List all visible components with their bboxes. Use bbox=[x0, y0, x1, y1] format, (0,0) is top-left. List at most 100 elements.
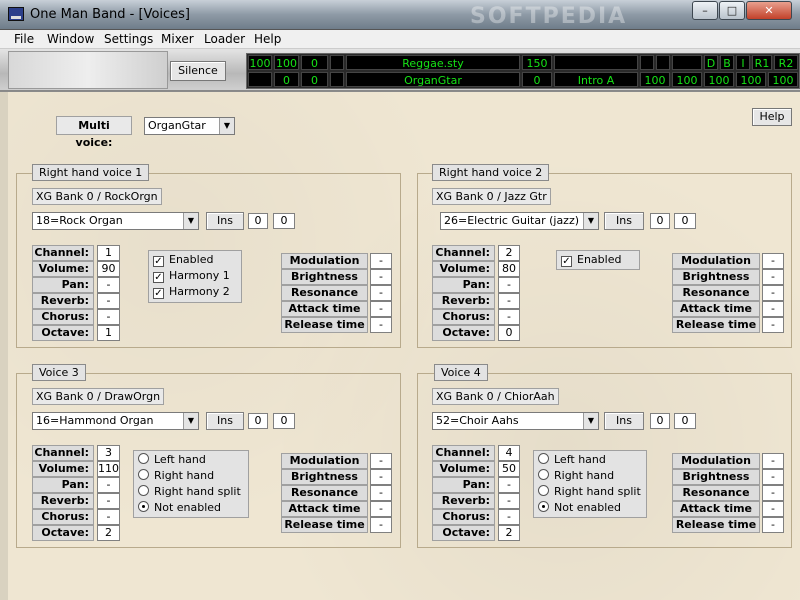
voice4-value2[interactable]: 0 bbox=[674, 413, 696, 429]
indicator-i: I bbox=[736, 55, 750, 70]
chevron-down-icon: ▼ bbox=[183, 413, 198, 429]
maximize-button[interactable]: □ bbox=[719, 1, 745, 20]
radio-off-icon bbox=[138, 453, 149, 464]
voice3-left-hand-label: Left hand bbox=[154, 453, 206, 466]
voice2-resonance[interactable]: - bbox=[762, 285, 784, 301]
voice3-value1[interactable]: 0 bbox=[248, 413, 268, 429]
voice2-reverb[interactable]: - bbox=[498, 293, 520, 309]
voice3-release[interactable]: - bbox=[370, 517, 392, 533]
voice3-right-hand-split-radio[interactable]: Right hand split bbox=[138, 485, 241, 501]
voice4-left-hand-radio[interactable]: Left hand bbox=[538, 453, 606, 469]
tempo-display: 150 bbox=[522, 55, 552, 70]
multi-voice-select[interactable]: OrganGtar ▼ bbox=[144, 117, 235, 135]
voice1-resonance[interactable]: - bbox=[370, 285, 392, 301]
voice2-enabled-checkbox[interactable]: ✓ Enabled bbox=[561, 253, 621, 269]
window-title: One Man Band - [Voices] bbox=[30, 7, 190, 22]
voice3-not-enabled-radio[interactable]: Not enabled bbox=[138, 501, 221, 517]
voice1-modulation[interactable]: - bbox=[370, 253, 392, 269]
voice4-pan[interactable]: - bbox=[498, 477, 520, 493]
voice1-octave[interactable]: 1 bbox=[97, 325, 120, 341]
voice4-octave[interactable]: 2 bbox=[498, 525, 520, 541]
voice4-not-enabled-radio[interactable]: Not enabled bbox=[538, 501, 621, 517]
voice2-volume[interactable]: 80 bbox=[498, 261, 520, 277]
voice4-channel[interactable]: 4 bbox=[498, 445, 520, 461]
voice1-release[interactable]: - bbox=[370, 317, 392, 333]
voice1-attack-label: Attack time bbox=[281, 301, 368, 317]
voice4-reverb[interactable]: - bbox=[498, 493, 520, 509]
voice4-resonance[interactable]: - bbox=[762, 485, 784, 501]
voice1-harmony2-checkbox[interactable]: ✓ Harmony 2 bbox=[153, 285, 230, 301]
voice1-resonance-label: Resonance bbox=[281, 285, 368, 301]
voice3-resonance[interactable]: - bbox=[370, 485, 392, 501]
voice1-channel[interactable]: 1 bbox=[97, 245, 120, 261]
voice3-octave[interactable]: 2 bbox=[97, 525, 120, 541]
voice3-channel[interactable]: 3 bbox=[97, 445, 120, 461]
silence-button[interactable]: Silence bbox=[170, 61, 226, 81]
help-button[interactable]: Help bbox=[752, 108, 792, 126]
menu-help[interactable]: Help bbox=[254, 32, 281, 46]
voice2-value2[interactable]: 0 bbox=[674, 213, 696, 229]
voice4-instrument-select[interactable]: 52=Choir Aahs ▼ bbox=[432, 412, 599, 430]
voice3-reverb[interactable]: - bbox=[97, 493, 120, 509]
voice1-enabled-checkbox[interactable]: ✓ Enabled bbox=[153, 253, 213, 269]
voice1-reverb[interactable]: - bbox=[97, 293, 120, 309]
menu-settings[interactable]: Settings bbox=[104, 32, 153, 46]
voice1-harmony1-checkbox[interactable]: ✓ Harmony 1 bbox=[153, 269, 230, 285]
menu-loader[interactable]: Loader bbox=[204, 32, 245, 46]
voice2-brightness[interactable]: - bbox=[762, 269, 784, 285]
voice3-attack[interactable]: - bbox=[370, 501, 392, 517]
voice2-attack-label: Attack time bbox=[672, 301, 760, 317]
voice2-pan[interactable]: - bbox=[498, 277, 520, 293]
voice1-pan[interactable]: - bbox=[97, 277, 120, 293]
close-button[interactable]: ✕ bbox=[746, 1, 792, 20]
lcd-r1-3 bbox=[330, 55, 344, 70]
voice4-right-hand-radio[interactable]: Right hand bbox=[538, 469, 614, 485]
voice3-ins-button[interactable]: Ins bbox=[206, 412, 244, 430]
voice4-volume[interactable]: 50 bbox=[498, 461, 520, 477]
voice2-value1[interactable]: 0 bbox=[650, 213, 670, 229]
voice1-value2[interactable]: 0 bbox=[273, 213, 295, 229]
voice3-modulation[interactable]: - bbox=[370, 453, 392, 469]
voice2-octave[interactable]: 0 bbox=[498, 325, 520, 341]
minimize-button[interactable]: – bbox=[692, 1, 718, 20]
voice3-pan[interactable]: - bbox=[97, 477, 120, 493]
voice1-value1[interactable]: 0 bbox=[248, 213, 268, 229]
voice1-chorus[interactable]: - bbox=[97, 309, 120, 325]
voice2-ins-button[interactable]: Ins bbox=[604, 212, 644, 230]
voice3-right-hand-radio[interactable]: Right hand bbox=[138, 469, 214, 485]
voice2-attack[interactable]: - bbox=[762, 301, 784, 317]
menu-file[interactable]: File bbox=[14, 32, 34, 46]
voice4-modulation[interactable]: - bbox=[762, 453, 784, 469]
voice2-release[interactable]: - bbox=[762, 317, 784, 333]
voice2-enabled-label: Enabled bbox=[577, 253, 622, 266]
menu-window[interactable]: Window bbox=[47, 32, 94, 46]
voice3-instrument-select[interactable]: 16=Hammond Organ ▼ bbox=[32, 412, 199, 430]
voice4-ins-button[interactable]: Ins bbox=[604, 412, 644, 430]
voice4-release[interactable]: - bbox=[762, 517, 784, 533]
voice4-right-hand-split-radio[interactable]: Right hand split bbox=[538, 485, 641, 501]
chevron-down-icon: ▼ bbox=[583, 213, 598, 229]
voice3-volume[interactable]: 110 bbox=[97, 461, 120, 477]
radio-off-icon bbox=[538, 453, 549, 464]
voice2-instrument-select[interactable]: 26=Electric Guitar (jazz) ▼ bbox=[440, 212, 599, 230]
voice2-channel[interactable]: 2 bbox=[498, 245, 520, 261]
indicator-d: D bbox=[704, 55, 718, 70]
voice4-attack[interactable]: - bbox=[762, 501, 784, 517]
voice1-volume[interactable]: 90 bbox=[97, 261, 120, 277]
voice3-value2[interactable]: 0 bbox=[273, 413, 295, 429]
voice1-ins-button[interactable]: Ins bbox=[206, 212, 244, 230]
voice2-modulation[interactable]: - bbox=[762, 253, 784, 269]
voice3-brightness[interactable]: - bbox=[370, 469, 392, 485]
voice3-left-hand-radio[interactable]: Left hand bbox=[138, 453, 206, 469]
voice4-chorus[interactable]: - bbox=[498, 509, 520, 525]
voice4-brightness[interactable]: - bbox=[762, 469, 784, 485]
voice4-value1[interactable]: 0 bbox=[650, 413, 670, 429]
voice1-attack[interactable]: - bbox=[370, 301, 392, 317]
voice1-instrument-select[interactable]: 18=Rock Organ ▼ bbox=[32, 212, 199, 230]
voice2-chorus[interactable]: - bbox=[498, 309, 520, 325]
voice3-chorus[interactable]: - bbox=[97, 509, 120, 525]
voice1-brightness[interactable]: - bbox=[370, 269, 392, 285]
menu-mixer[interactable]: Mixer bbox=[161, 32, 194, 46]
lcd-r2-11: 100 bbox=[768, 72, 798, 87]
indicator-r1: R1 bbox=[752, 55, 772, 70]
